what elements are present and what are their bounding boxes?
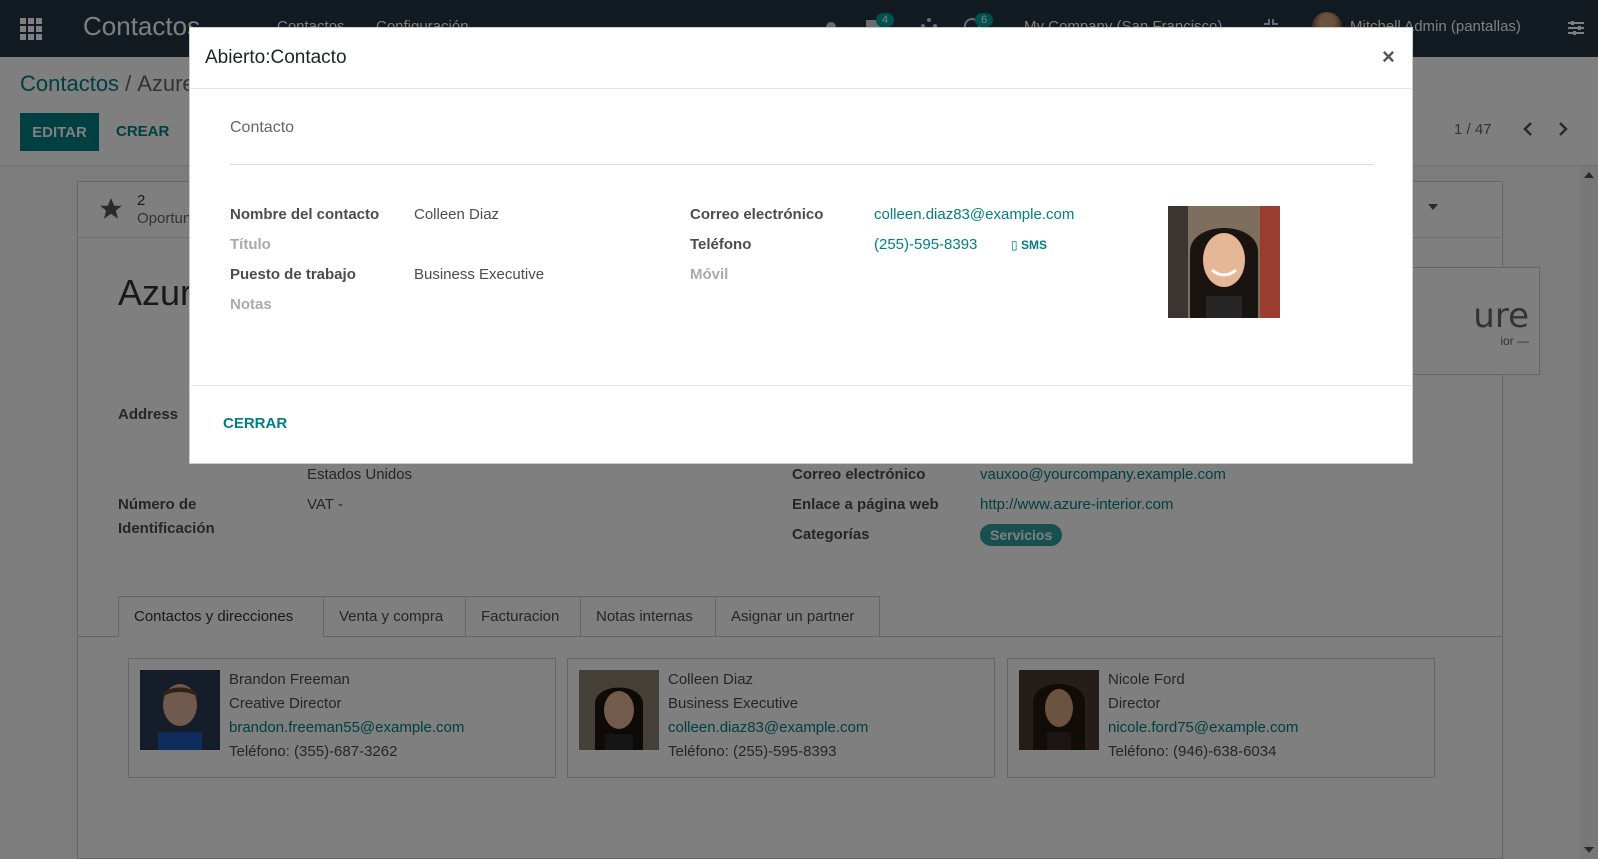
dialog-title: Abierto:Contacto [205,47,347,68]
phone-link[interactable]: (255)-595-8393 [874,236,977,253]
close-icon[interactable]: × [1382,44,1395,70]
notes-label: Notas [230,296,272,313]
contact-dialog: Abierto:Contacto × Contacto Nombre del c… [189,27,1413,464]
title-label: Título [230,236,271,253]
phone-label: Teléfono [690,236,752,253]
mobile-label: Móvil [690,266,729,283]
divider [230,164,1374,165]
sms-label: SMS [1020,238,1047,252]
job-label: Puesto de trabajo [230,266,356,283]
job-value: Business Executive [414,266,545,283]
dialog-header: Abierto:Contacto × [190,28,1412,89]
mobile-icon: ▯ [1011,238,1018,252]
name-value: Colleen Diaz [414,206,500,223]
contact-avatar[interactable] [1168,206,1280,318]
sms-button[interactable]: ▯ SMS [1011,238,1047,252]
email-link[interactable]: colleen.diaz83@example.com [874,206,1074,223]
section-title: Contacto [230,119,295,136]
dialog-footer: CERRAR [190,385,1412,465]
name-label: Nombre del contacto [230,206,380,223]
email-label: Correo electrónico [690,206,824,223]
close-button[interactable]: CERRAR [223,415,287,432]
